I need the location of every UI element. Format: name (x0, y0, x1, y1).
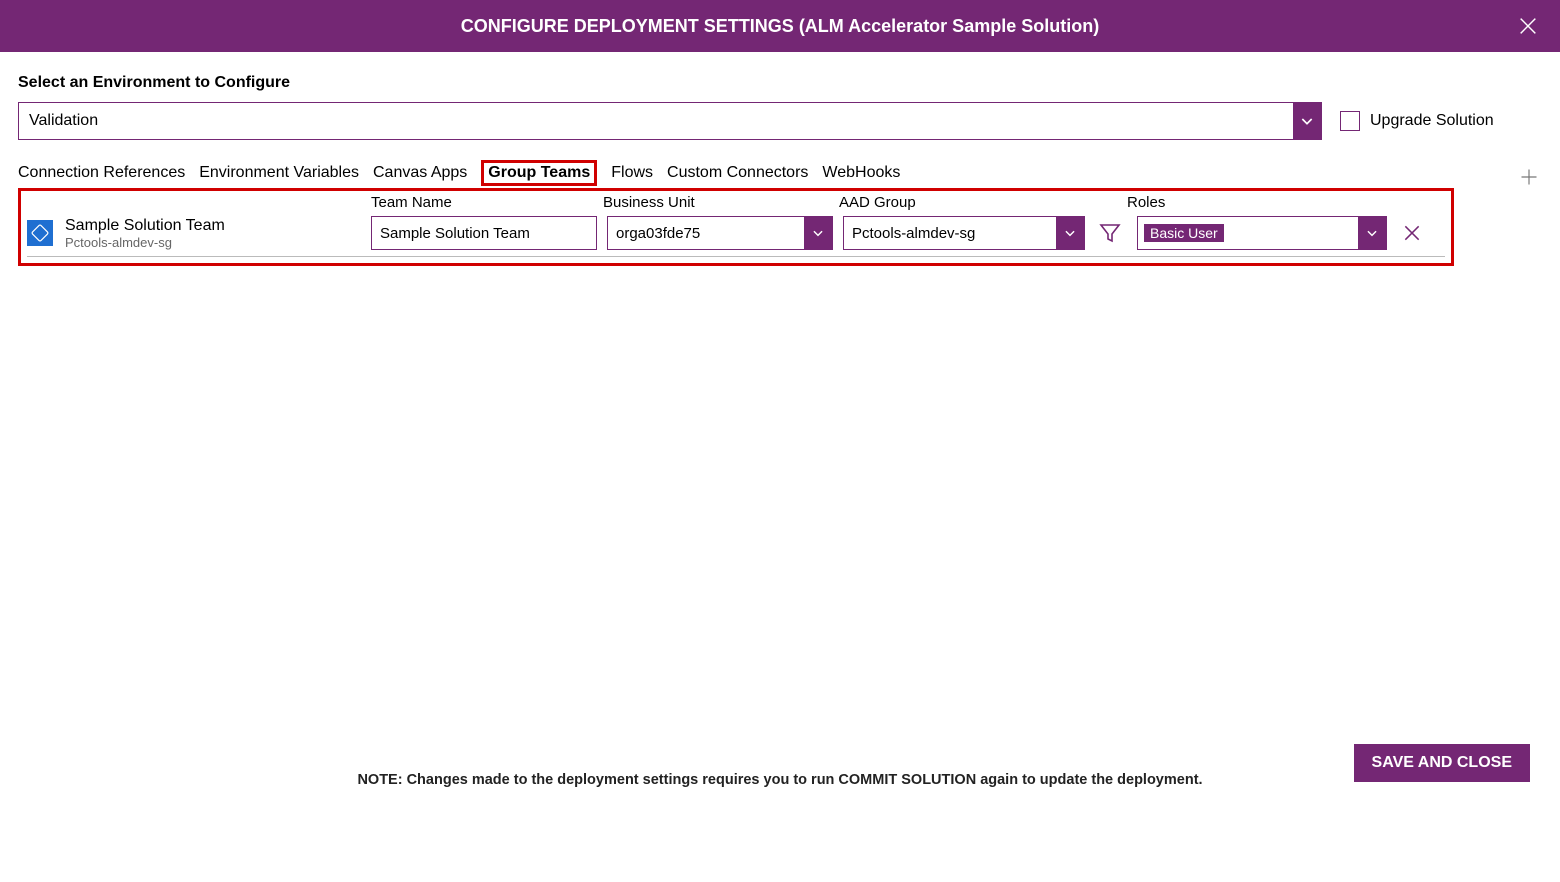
roles-select[interactable]: Basic User (1137, 216, 1387, 250)
tab-canvas-apps[interactable]: Canvas Apps (373, 160, 467, 186)
delete-row-icon[interactable] (1397, 216, 1427, 250)
aad-group-select[interactable]: Pctools-almdev-sg (843, 216, 1085, 250)
team-icon (27, 220, 53, 246)
team-name-input[interactable]: Sample Solution Team (371, 216, 597, 250)
aad-group-value: Pctools-almdev-sg (844, 225, 983, 242)
col-business-unit: Business Unit (603, 194, 839, 211)
row-identity: Sample Solution Team Pctools-almdev-sg (65, 217, 371, 250)
dialog-header: CONFIGURE DEPLOYMENT SETTINGS (ALM Accel… (0, 0, 1560, 52)
tab-connection-references[interactable]: Connection References (18, 160, 185, 186)
upgrade-solution-checkbox[interactable] (1340, 111, 1360, 131)
filter-icon[interactable] (1095, 216, 1125, 250)
chevron-down-icon[interactable] (804, 217, 832, 249)
column-headers: Team Name Business Unit AAD Group Roles (27, 193, 1445, 214)
col-team-name: Team Name (371, 194, 603, 211)
tab-custom-connectors[interactable]: Custom Connectors (667, 160, 808, 186)
dialog-title: CONFIGURE DEPLOYMENT SETTINGS (ALM Accel… (461, 16, 1099, 37)
tab-webhooks[interactable]: WebHooks (822, 160, 900, 186)
chevron-down-icon[interactable] (1293, 103, 1321, 139)
row-display-sub: Pctools-almdev-sg (65, 235, 371, 250)
tab-group-teams[interactable]: Group Teams (481, 160, 597, 186)
team-grid: Team Name Business Unit AAD Group Roles … (18, 188, 1454, 266)
tab-environment-variables[interactable]: Environment Variables (199, 160, 359, 186)
chevron-down-icon[interactable] (1056, 217, 1084, 249)
business-unit-select[interactable]: orga03fde75 (607, 216, 833, 250)
environment-select-value: Validation (19, 112, 108, 130)
roles-value: Basic User (1144, 224, 1224, 242)
col-aad-group: AAD Group (839, 194, 1127, 211)
environment-label: Select an Environment to Configure (18, 74, 1542, 92)
close-icon[interactable] (1514, 12, 1542, 40)
footer-note: NOTE: Changes made to the deployment set… (0, 772, 1560, 788)
save-and-close-button[interactable]: SAVE AND CLOSE (1354, 744, 1530, 782)
business-unit-value: orga03fde75 (608, 225, 708, 242)
add-row-icon[interactable] (1516, 164, 1542, 190)
tab-bar: Connection References Environment Variab… (18, 160, 1542, 186)
table-row: Sample Solution Team Pctools-almdev-sg S… (27, 214, 1445, 257)
row-display-name: Sample Solution Team (65, 217, 371, 235)
col-roles: Roles (1127, 194, 1327, 211)
upgrade-solution-control[interactable]: Upgrade Solution (1340, 111, 1494, 131)
environment-select[interactable]: Validation (18, 102, 1322, 140)
team-name-value: Sample Solution Team (372, 225, 538, 242)
chevron-down-icon[interactable] (1358, 217, 1386, 249)
upgrade-solution-label: Upgrade Solution (1370, 112, 1494, 130)
tab-flows[interactable]: Flows (611, 160, 653, 186)
